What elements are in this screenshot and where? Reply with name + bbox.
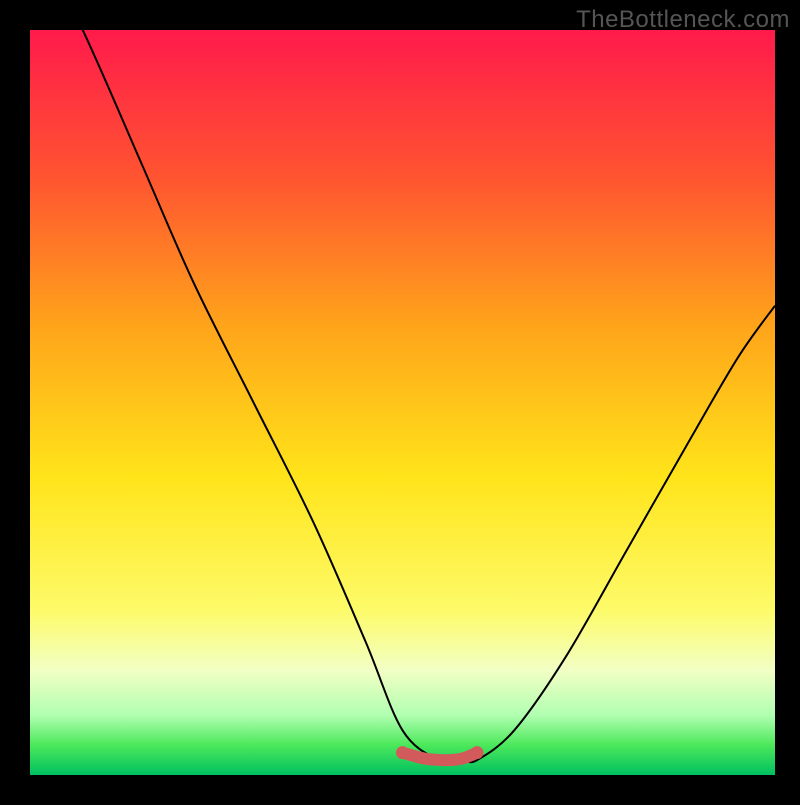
chart-svg bbox=[0, 0, 800, 800]
optimal-start-dot bbox=[396, 746, 409, 759]
optimal-end-dot bbox=[471, 746, 484, 759]
bottleneck-chart bbox=[0, 0, 800, 800]
watermark-text: TheBottleneck.com bbox=[576, 6, 790, 34]
plot-area bbox=[30, 30, 775, 775]
